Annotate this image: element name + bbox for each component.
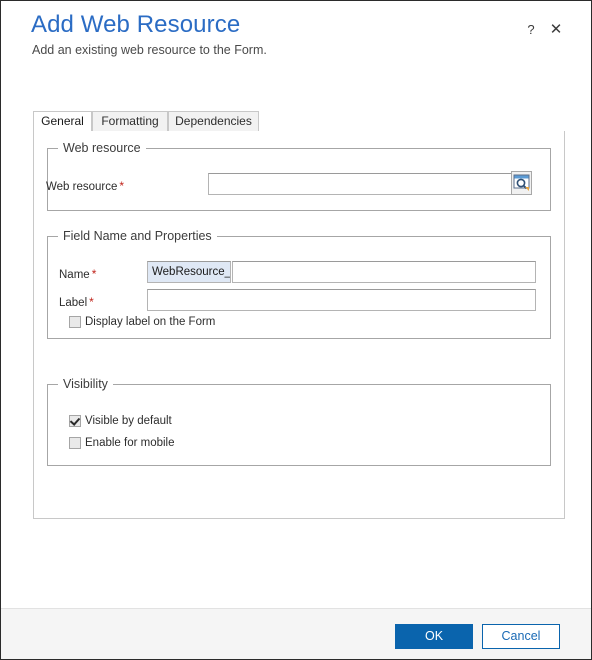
name-field-label: Name * [59,267,96,281]
dialog-header: Add Web Resource Add an existing web res… [1,1,591,97]
visibility-group-legend: Visibility [58,377,113,391]
label-required-marker: * [89,295,94,309]
web-resource-group-legend: Web resource [58,141,146,155]
tab-formatting-label: Formatting [101,114,159,128]
name-required-marker: * [91,267,97,281]
display-label-on-form-checkbox[interactable] [69,316,81,328]
close-icon[interactable]: ✕ [546,20,566,40]
field-name-properties-group-legend: Field Name and Properties [58,229,217,243]
add-web-resource-dialog: Add Web Resource Add an existing web res… [0,0,592,660]
page-title: Add Web Resource [31,11,241,38]
tab-dependencies[interactable]: Dependencies [168,111,259,132]
enable-for-mobile-label: Enable for mobile [85,437,175,449]
label-field-label: Label * [59,295,94,309]
visible-by-default-checkbox[interactable] [69,415,81,427]
visible-by-default-label: Visible by default [85,415,172,427]
enable-for-mobile-checkbox-row[interactable]: Enable for mobile [69,437,175,449]
web-resource-required-marker: * [119,179,125,193]
dialog-footer: OK Cancel [1,608,591,659]
page-subtitle: Add an existing web resource to the Form… [32,43,267,57]
tab-general-label: General [41,114,84,128]
web-resource-field-label: Web resource * [46,179,124,193]
web-resource-input[interactable] [208,173,530,195]
lookup-search-icon[interactable] [511,171,532,195]
name-field-label-text: Name [59,269,90,281]
tab-formatting[interactable]: Formatting [92,111,168,132]
name-prefix-field: WebResource_ [147,261,231,283]
label-input[interactable] [147,289,536,311]
visible-by-default-checkbox-row[interactable]: Visible by default [69,415,172,427]
display-label-on-form-label: Display label on the Form [85,316,216,328]
cancel-button[interactable]: Cancel [482,624,560,649]
help-icon[interactable]: ? [521,20,541,40]
tab-dependencies-label: Dependencies [175,114,252,128]
label-field-label-text: Label [59,297,88,309]
name-input[interactable] [232,261,536,283]
display-label-on-form-checkbox-row[interactable]: Display label on the Form [69,316,215,328]
tab-general[interactable]: General [33,111,92,132]
web-resource-field-label-text: Web resource [46,181,118,193]
enable-for-mobile-checkbox[interactable] [69,437,81,449]
ok-button[interactable]: OK [395,624,473,649]
tab-bar: General Formatting Dependencies [33,111,565,132]
